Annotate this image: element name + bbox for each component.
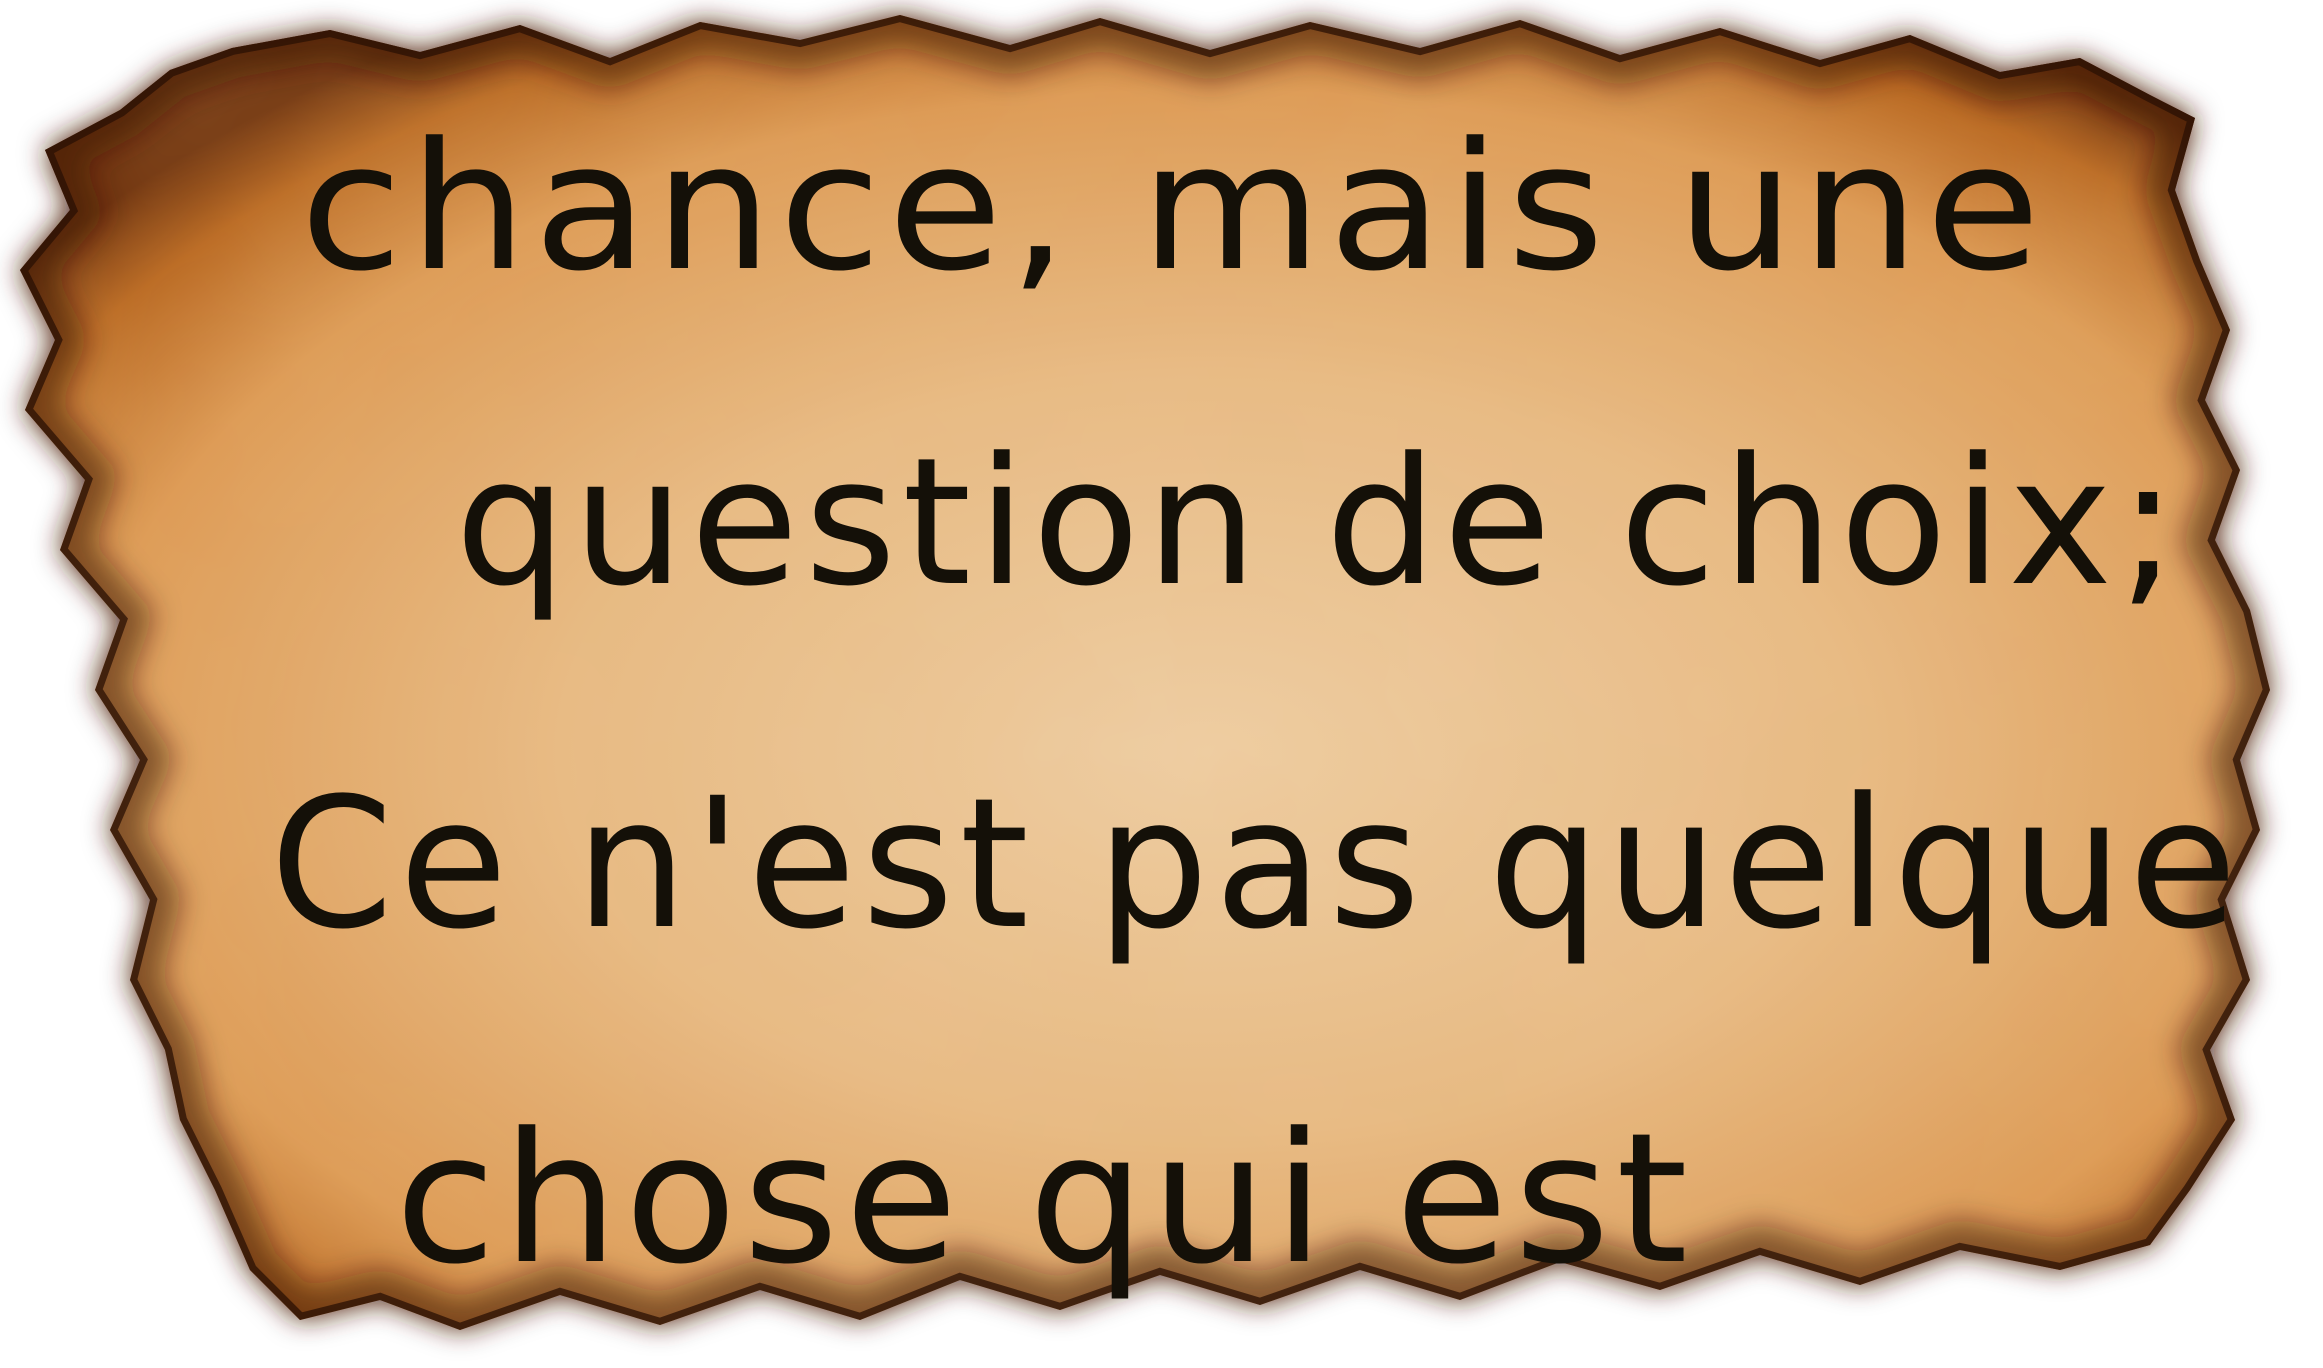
text-line-1: chance, mais une [300,105,2047,310]
text-line-4: chose qui est [395,1095,1695,1304]
text-line-3: Ce n'est pas quelque [270,760,2244,969]
text-line-2: question de choix; [455,420,2184,625]
parchment-note: chance, mais une question de choix; Ce n… [0,0,2323,1368]
handwritten-text: chance, mais une question de choix; Ce n… [0,0,2323,1368]
